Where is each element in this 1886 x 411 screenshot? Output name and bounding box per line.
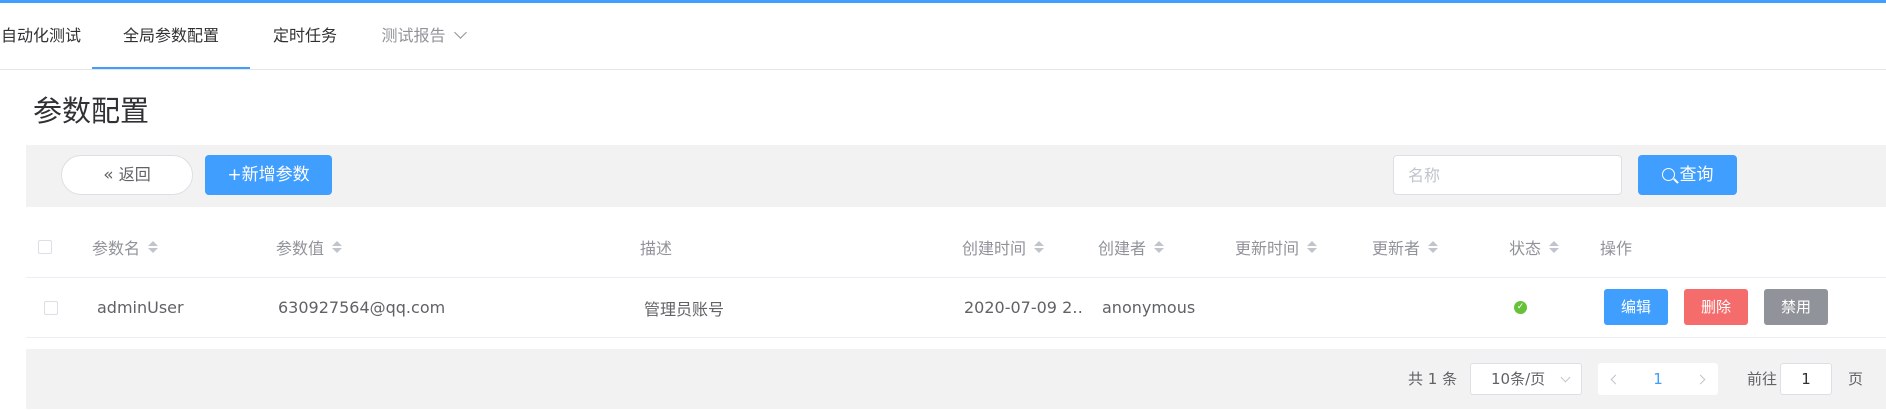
column-header-updated-time[interactable]: 更新时间 (1235, 217, 1318, 277)
cell-description: 管理员账号 (644, 299, 725, 319)
query-label: 查询 (1679, 165, 1714, 185)
column-header-creator[interactable]: 创建者 (1098, 217, 1165, 277)
goto-label: 前往 (1747, 370, 1778, 388)
pager: 1 (1598, 363, 1718, 395)
column-header-status[interactable]: 状态 (1509, 217, 1560, 277)
pagination-bar: 共 1 条 10条/页 1 前往 页 (26, 349, 1886, 409)
table-header: 参数名 参数值 描述 创建时间 创建者 更新时间 更新者 状态 操作 (26, 217, 1886, 278)
column-label: 更新时间 (1235, 239, 1300, 258)
column-header-updater[interactable]: 更新者 (1372, 217, 1439, 277)
sort-icon (1154, 241, 1165, 253)
prev-page-button[interactable] (1598, 363, 1630, 395)
nav-item-label: 定时任务 (272, 26, 337, 45)
cell-created-time: 2020-07-09 2… (964, 298, 1082, 317)
row-checkbox[interactable] (44, 278, 58, 337)
sort-icon (148, 241, 159, 253)
column-label: 参数名 (92, 239, 141, 258)
next-page-button[interactable] (1686, 363, 1718, 395)
nav-item-label: 全局参数配置 (122, 26, 219, 45)
disable-button[interactable]: 禁用 (1764, 289, 1828, 325)
cell-status: ✓ (1514, 278, 1527, 337)
column-header-created-time[interactable]: 创建时间 (962, 217, 1045, 277)
query-button[interactable]: 查询 (1638, 155, 1737, 195)
back-label: 返回 (118, 165, 151, 184)
column-label: 创建者 (1098, 239, 1147, 258)
column-label: 创建时间 (962, 239, 1027, 258)
select-all-checkbox[interactable] (38, 217, 52, 277)
column-label: 参数值 (276, 239, 325, 258)
edit-button[interactable]: 编辑 (1604, 289, 1668, 325)
sort-icon (1307, 241, 1318, 253)
sort-icon (1428, 241, 1439, 253)
goto-page-input[interactable] (1780, 363, 1832, 395)
name-search-input[interactable] (1393, 155, 1622, 195)
column-label: 描述 (640, 239, 673, 258)
table-row: adminUser 630927564@qq.com 管理员账号 2020-07… (26, 278, 1886, 338)
column-header-name[interactable]: 参数名 (92, 217, 159, 277)
page-number-current[interactable]: 1 (1642, 363, 1674, 395)
nav-item-automation-test[interactable]: 自动化测试 (0, 3, 82, 69)
column-header-actions: 操作 (1600, 217, 1632, 277)
search-icon (1661, 168, 1675, 181)
cell-creator: anonymous (1102, 298, 1196, 317)
column-label: 更新者 (1372, 239, 1421, 258)
double-chevron-left-icon: « (103, 165, 114, 185)
check-circle-icon: ✓ (1514, 301, 1527, 314)
nav-item-scheduled-tasks[interactable]: 定时任务 (262, 3, 348, 69)
back-button[interactable]: « 返回 (61, 155, 193, 195)
toolbar: « 返回 +新增参数 查询 (26, 145, 1886, 207)
chevron-down-icon (453, 26, 467, 39)
sort-icon (1034, 241, 1045, 253)
column-label: 操作 (1600, 239, 1633, 258)
page-size-select[interactable]: 10条/页 (1470, 363, 1582, 395)
sort-icon (1549, 241, 1560, 253)
nav-item-test-report[interactable]: 测试报告 (373, 3, 473, 69)
column-header-value[interactable]: 参数值 (276, 217, 343, 277)
column-header-description: 描述 (640, 217, 672, 277)
nav-item-global-params[interactable]: 全局参数配置 (92, 3, 250, 69)
cell-param-name: adminUser (97, 298, 184, 317)
pagination-total: 共 1 条 (1408, 370, 1458, 388)
checkbox-box (38, 240, 52, 254)
sort-icon (332, 241, 343, 253)
delete-button[interactable]: 删除 (1684, 289, 1748, 325)
nav-item-label: 自动化测试 (0, 26, 81, 45)
cell-param-value: 630927564@qq.com (278, 298, 446, 317)
chevron-left-icon (1610, 374, 1621, 384)
checkbox-box (44, 300, 58, 315)
page-title: 参数配置 (33, 94, 150, 128)
chevron-down-icon (1560, 372, 1571, 383)
goto-unit: 页 (1848, 370, 1864, 388)
page-size-value: 10条/页 (1491, 370, 1546, 388)
nav-item-label: 测试报告 (381, 26, 446, 45)
chevron-right-icon (1695, 374, 1706, 384)
add-param-button[interactable]: +新增参数 (205, 155, 332, 195)
column-label: 状态 (1509, 239, 1542, 258)
top-nav-menu: 自动化测试 全局参数配置 定时任务 测试报告 (0, 3, 1886, 70)
params-table: 参数名 参数值 描述 创建时间 创建者 更新时间 更新者 状态 操作 admin… (26, 217, 1886, 338)
